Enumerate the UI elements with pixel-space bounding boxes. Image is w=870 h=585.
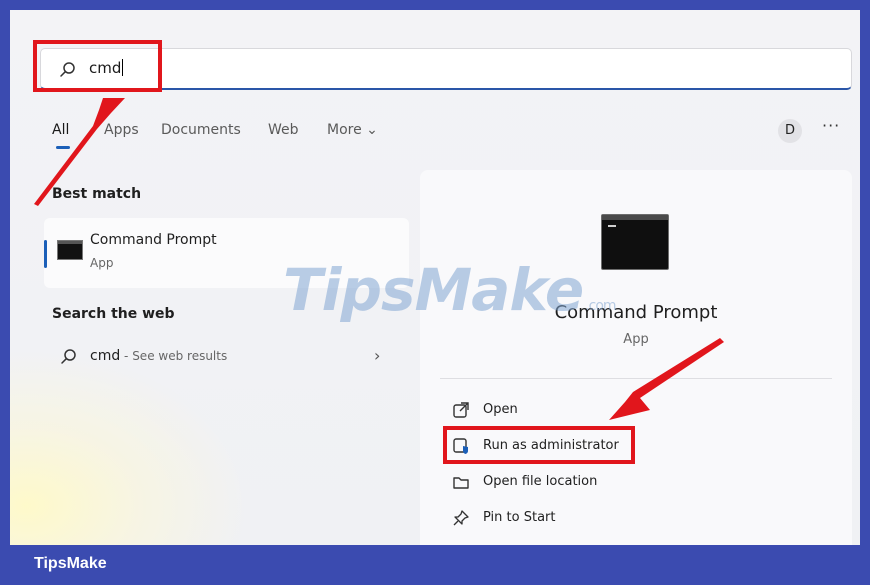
details-pane: Command Prompt App Open Run as administr… [420, 170, 852, 545]
search-web-heading: Search the web [52, 306, 175, 322]
background-glow [10, 350, 250, 545]
more-options-button[interactable]: ··· [822, 116, 840, 135]
open-icon [453, 402, 469, 418]
search-icon [61, 349, 76, 364]
web-hint: - See web results [120, 349, 228, 363]
pin-icon [453, 510, 469, 526]
open-file-location-action[interactable]: Open file location [448, 471, 748, 495]
run-as-administrator-label: Run as administrator [483, 438, 619, 453]
tab-all[interactable]: All [52, 122, 69, 138]
web-search-result[interactable]: cmd - See web results › [44, 340, 409, 374]
open-file-location-label: Open file location [483, 474, 598, 489]
frame-left-border [0, 0, 10, 545]
web-query: cmd [90, 348, 121, 364]
divider [440, 378, 832, 379]
avatar[interactable]: D [778, 119, 802, 143]
start-search-panel: cmd All Apps Documents Web More ⌄ D ··· … [10, 10, 860, 545]
pin-to-start-action[interactable]: Pin to Start [448, 507, 748, 531]
tab-more[interactable]: More ⌄ [327, 122, 378, 138]
chevron-right-icon[interactable]: › [374, 346, 380, 365]
open-label: Open [483, 402, 518, 417]
footer-brand: TipsMake [34, 555, 107, 572]
shield-icon [453, 438, 468, 454]
details-title: Command Prompt [554, 302, 718, 323]
search-input[interactable]: cmd [40, 48, 852, 90]
folder-icon [453, 477, 469, 489]
pin-to-start-label: Pin to Start [483, 510, 556, 525]
search-icon [60, 62, 75, 77]
best-match-subtitle: App [90, 256, 114, 270]
run-as-administrator-action[interactable]: Run as administrator [448, 435, 748, 459]
tab-apps[interactable]: Apps [104, 122, 139, 138]
active-tab-indicator [56, 146, 70, 149]
frame-top-border [0, 0, 870, 10]
tab-web[interactable]: Web [268, 122, 299, 138]
command-prompt-icon [57, 240, 83, 260]
command-prompt-large-icon [601, 214, 669, 270]
frame-right-border [860, 0, 870, 545]
best-match-heading: Best match [52, 186, 142, 202]
footer-bar: TipsMake [0, 545, 870, 585]
best-match-result[interactable]: Command Prompt App [44, 218, 409, 288]
open-action[interactable]: Open [448, 399, 748, 423]
best-match-title: Command Prompt [90, 232, 217, 248]
selection-indicator [44, 240, 47, 268]
web-result-text: cmd - See web results [90, 348, 227, 364]
tab-documents[interactable]: Documents [161, 122, 241, 138]
search-query-text: cmd [89, 59, 124, 77]
details-subtitle: App [623, 332, 649, 347]
